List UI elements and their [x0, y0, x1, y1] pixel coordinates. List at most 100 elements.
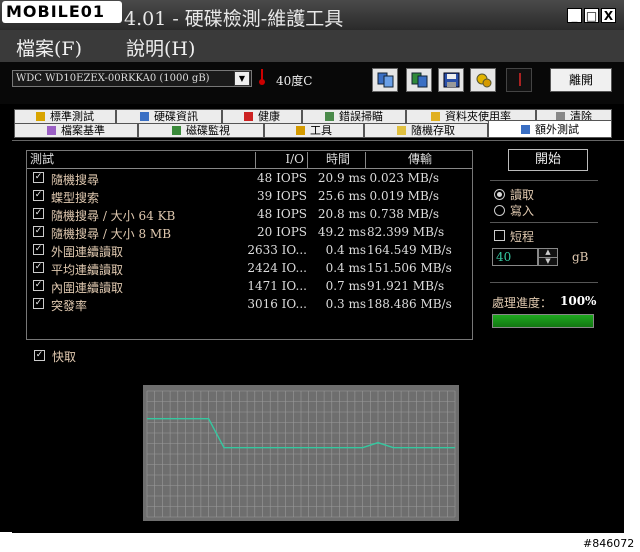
size-stepper[interactable]: ▲ ▼: [538, 248, 558, 266]
progress-label: 處理進度：: [492, 296, 553, 310]
toolbar: WDC WD10EZEX-00RKKA0 (1000 gB) ▼ 40度C 離開: [0, 62, 624, 104]
error-scan-icon: [325, 112, 334, 121]
transfer-chart: [143, 385, 459, 521]
io-value: 48 IOPS: [257, 171, 307, 185]
test-name: 突發率: [51, 299, 88, 313]
test-name: 外圍連續讀取: [51, 245, 124, 259]
save-button[interactable]: [438, 68, 464, 92]
cache-checkbox[interactable]: ✓: [34, 350, 45, 361]
close-button[interactable]: X: [601, 8, 616, 23]
divider: [490, 222, 598, 223]
menu-bar: 檔案(F) 說明(H): [0, 30, 624, 62]
progress-bar: [492, 314, 594, 328]
row-checkbox[interactable]: ✓: [33, 226, 44, 237]
progress-fill: [493, 315, 593, 327]
watermark-logo: MOBILE01: [2, 1, 122, 23]
tab-strip: 標準測試 硬碟資訊 健康 錯誤掃瞄 資料夾使用率 清除 檔案基準 磁碟監視 工具…: [0, 106, 624, 140]
table-row: ✓ 平均連續讀取 2424 IO... 0.4 ms 151.506 MB/s: [27, 260, 472, 278]
row-checkbox[interactable]: ✓: [33, 190, 44, 201]
info-icon: [140, 112, 149, 121]
table-header: 測試 I/O 時間 傳輸: [27, 151, 472, 169]
col-time: 時間: [307, 152, 365, 168]
read-radio[interactable]: [494, 189, 505, 200]
menu-file[interactable]: 檔案(F): [16, 34, 82, 61]
io-value: 20 IOPS: [257, 225, 307, 239]
options-button[interactable]: [470, 68, 496, 92]
disabled-button[interactable]: [506, 68, 532, 92]
io-value: 39 IOPS: [257, 189, 307, 203]
size-input[interactable]: 40: [492, 248, 538, 266]
row-checkbox[interactable]: ✓: [33, 262, 44, 273]
transfer-value: 151.506 MB/s: [367, 261, 452, 275]
row-checkbox[interactable]: ✓: [33, 208, 44, 219]
transfer-value: 82.399 MB/s: [367, 225, 445, 239]
time-value: 25.6 ms: [317, 189, 366, 203]
options-icon: [476, 73, 492, 88]
short-stroke-checkbox[interactable]: [494, 230, 505, 241]
short-stroke-label: 短程: [510, 230, 535, 244]
health-icon: [244, 112, 253, 121]
cache-label: 快取: [52, 350, 77, 364]
copy-screenshot-icon: [411, 72, 428, 88]
chevron-down-icon[interactable]: ▼: [234, 71, 250, 86]
tab-info[interactable]: 硬碟資訊: [116, 109, 222, 124]
random-access-icon: [397, 126, 406, 135]
table-row: ✓ 突發率 3016 IO... 0.3 ms 188.486 MB/s: [27, 296, 472, 314]
tab-health[interactable]: 健康: [222, 109, 302, 124]
transfer-value: 91.921 MB/s: [367, 279, 445, 293]
exit-button[interactable]: 離開: [550, 68, 612, 92]
divider: [490, 180, 598, 181]
col-transfer: 傳輸: [365, 152, 471, 168]
thermometer-icon: [259, 69, 265, 85]
row-checkbox[interactable]: ✓: [33, 280, 44, 291]
col-test: 測試: [30, 152, 55, 166]
time-value: 20.9 ms: [317, 171, 366, 185]
tab-disk-monitor[interactable]: 磁碟監視: [138, 123, 264, 138]
time-value: 0.7 ms: [325, 279, 366, 293]
stepper-down-icon[interactable]: ▼: [539, 258, 557, 266]
io-value: 1471 IO...: [247, 279, 307, 293]
app-window: 4.01 - 硬碟檢測-維護工具 _ □ X MOBILE01 檔案(F) 說明…: [0, 0, 624, 533]
test-name: 隨機搜尋 / 大小 64 KB: [51, 209, 176, 223]
copy-screenshot-button[interactable]: [406, 68, 432, 92]
io-value: 3016 IO...: [247, 297, 307, 311]
tab-extra-tests[interactable]: 額外測試: [488, 120, 612, 138]
progress-value: 100%: [560, 294, 597, 308]
time-value: 20.8 ms: [317, 207, 366, 221]
time-value: 49.2 ms: [317, 225, 366, 239]
test-name: 隨機搜尋 / 大小 8 MB: [51, 227, 172, 241]
transfer-value: 188.486 MB/s: [367, 297, 452, 311]
row-checkbox[interactable]: ✓: [33, 244, 44, 255]
window-title: 4.01 - 硬碟檢測-維護工具: [124, 8, 344, 30]
size-unit: gB: [572, 250, 589, 264]
photo-id: #846072: [583, 537, 635, 550]
tab-tools[interactable]: 工具: [264, 123, 364, 138]
col-io: I/O: [255, 152, 307, 168]
time-value: 0.4 ms: [325, 243, 366, 257]
transfer-value: 0.023 MB/s: [369, 171, 439, 185]
tab-random-access[interactable]: 隨機存取: [364, 123, 488, 138]
transfer-value: 164.549 MB/s: [367, 243, 452, 257]
start-button[interactable]: 開始: [508, 149, 588, 171]
benchmark-icon: [36, 112, 45, 121]
tab-file-benchmark[interactable]: 檔案基準: [14, 123, 138, 138]
temperature-readout: 40度C: [276, 74, 313, 88]
disabled-icon: [519, 73, 521, 86]
menu-help[interactable]: 說明(H): [126, 34, 195, 61]
tab-error-scan[interactable]: 錯誤掃瞄: [302, 109, 406, 124]
row-checkbox[interactable]: ✓: [33, 298, 44, 309]
tab-benchmark[interactable]: 標準測試: [14, 109, 116, 124]
write-label: 寫入: [510, 204, 535, 218]
transfer-value: 0.738 MB/s: [369, 207, 439, 221]
table-row: ✓ 外圍連續讀取 2633 IO... 0.4 ms 164.549 MB/s: [27, 242, 472, 260]
drive-select[interactable]: WDC WD10EZEX-00RKKA0 (1000 gB): [12, 70, 252, 87]
copy-info-button[interactable]: [372, 68, 398, 92]
row-checkbox[interactable]: ✓: [33, 172, 44, 183]
divider: [490, 282, 598, 283]
maximize-button[interactable]: □: [584, 8, 599, 23]
minimize-button[interactable]: _: [567, 8, 582, 23]
table-row: ✓ 內圍連續讀取 1471 IO... 0.7 ms 91.921 MB/s: [27, 278, 472, 296]
copy-info-icon: [377, 72, 394, 88]
time-value: 0.3 ms: [325, 297, 366, 311]
write-radio[interactable]: [494, 205, 505, 216]
